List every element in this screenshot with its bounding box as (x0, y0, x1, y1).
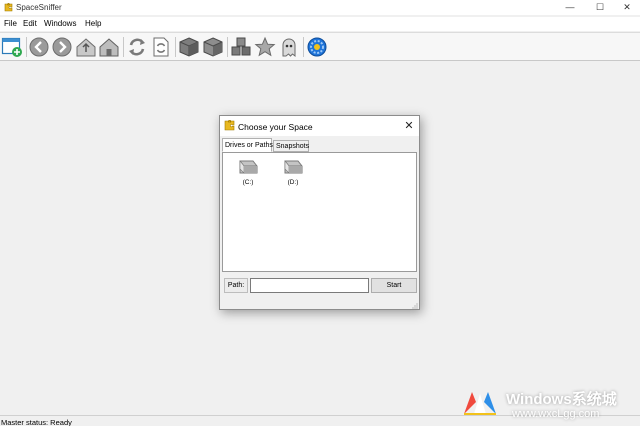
hard-drive-icon (284, 160, 303, 174)
dialog-close-button[interactable]: ✕ (402, 119, 416, 133)
drive-list: (C:) (D:) (222, 152, 417, 272)
star-icon[interactable] (254, 36, 276, 58)
back-icon[interactable] (28, 36, 50, 58)
toolbar-separator (175, 37, 176, 57)
dialog-title: Choose your Space (238, 122, 313, 132)
toolbar-separator (123, 37, 124, 57)
choose-space-dialog: Choose your Space ✕ Drives or Paths Snap… (219, 115, 420, 310)
gear-icon[interactable] (306, 36, 328, 58)
drive-label: (C:) (242, 179, 254, 186)
status-text: Master status: Ready (1, 418, 72, 426)
drive-label: (D:) (287, 179, 299, 186)
toolbar-separator (227, 37, 228, 57)
puzzle-piece-icon (224, 120, 235, 131)
drive-d[interactable]: (D:) (280, 159, 306, 193)
start-button[interactable]: Start (371, 278, 417, 293)
parent-folder-icon[interactable] (75, 36, 97, 58)
menu-help[interactable]: Help (85, 19, 101, 28)
watermark-url: www.wxcLgg.com (512, 408, 600, 420)
title-bar: SpaceSniffer — ☐ ✕ (0, 0, 640, 15)
tab-drives-or-paths[interactable]: Drives or Paths (222, 138, 273, 152)
box-open-icon[interactable] (202, 36, 224, 58)
new-window-icon[interactable] (1, 36, 23, 58)
minimize-button[interactable]: — (556, 0, 584, 15)
toolbar-separator (26, 37, 27, 57)
path-input[interactable] (250, 278, 369, 293)
watermark-title: Windows系统城 (506, 391, 617, 408)
maximize-button[interactable]: ☐ (586, 0, 614, 15)
ghost-icon[interactable] (278, 36, 300, 58)
toolbar-separator (303, 37, 304, 57)
toolbar (0, 32, 640, 61)
dialog-title-bar: Choose your Space ✕ (220, 116, 419, 136)
home-icon[interactable] (98, 36, 120, 58)
menu-windows[interactable]: Windows (44, 19, 76, 28)
path-bar: Path: Start (222, 276, 417, 296)
windows-logo-icon (464, 392, 496, 415)
hard-drive-icon (239, 160, 258, 174)
menu-bar: File Edit Windows Help (0, 17, 640, 31)
watermark: Windows系统城 www.wxcLgg.com (458, 384, 638, 424)
refresh-document-icon[interactable] (150, 36, 172, 58)
path-label: Path: (224, 278, 248, 293)
forward-icon[interactable] (51, 36, 73, 58)
box-icon[interactable] (178, 36, 200, 58)
app-title: SpaceSniffer (16, 3, 62, 12)
drive-c[interactable]: (C:) (235, 159, 261, 193)
resize-grip-icon[interactable] (411, 303, 418, 309)
close-window-button[interactable]: ✕ (613, 0, 640, 15)
tab-snapshots[interactable]: Snapshots (273, 140, 309, 152)
menu-edit[interactable]: Edit (23, 19, 37, 28)
boxes-icon[interactable] (230, 36, 252, 58)
menu-file[interactable]: File (4, 19, 17, 28)
refresh-icon[interactable] (126, 36, 148, 58)
app-puzzle-icon (4, 3, 13, 12)
